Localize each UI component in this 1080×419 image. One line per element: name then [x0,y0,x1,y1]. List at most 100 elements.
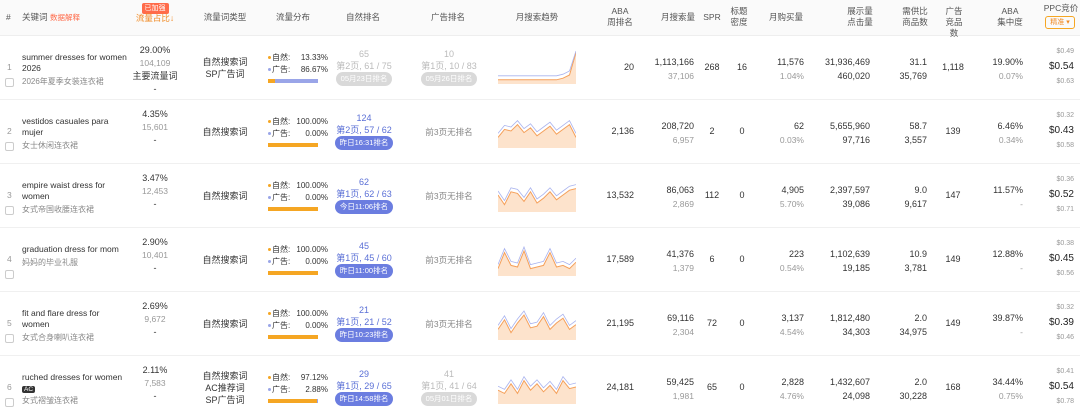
ppc-mode-select[interactable]: 精准 ▾ [1045,16,1075,29]
organic-rank-badge[interactable]: 05月23日排名 [335,72,393,86]
traffic-share-pct: 2.11% [142,365,168,375]
monthly-purchase-cell: 11,576 1.04% [762,55,804,83]
organic-rank-badge[interactable]: 昨日14:58排名 [334,392,394,406]
header-impressions-clicks[interactable]: 展示量 点击量 [840,6,880,28]
product-count: 30,228 [899,391,927,401]
keyword-type-label: 自然搜索词 [202,255,248,265]
organic-rank-cell: 45 第1页, 45 / 60 昨日11:00排名 [330,240,398,278]
clicks: 97,716 [842,135,870,145]
monthly-trend-chart[interactable] [498,370,576,404]
aba-rank: 20 [623,62,634,72]
keyword-type-cell: 自然搜索词 [195,190,255,202]
product-count: 3,557 [904,135,927,145]
monthly-search-sub: 6,957 [672,135,694,145]
header-ad-products[interactable]: 广告 竞品数 [942,6,966,39]
organic-rank-badge[interactable]: 昨日16:31排名 [334,136,394,150]
keyword-english[interactable]: graduation dress for mom [22,244,127,255]
row-checkbox[interactable] [5,270,14,279]
aba-rank: 2,136 [611,126,634,136]
ad-rank-value: 41 [443,369,454,379]
header-monthly-search[interactable]: 月搜索量 [658,12,698,23]
monthly-search-cell: 86,063 2,869 [650,183,694,211]
impressions: 2,397,597 [829,185,870,195]
ad-rank-badge[interactable]: 05月26日排名 [420,72,478,86]
row-checkbox[interactable] [5,334,14,343]
ad-products: 168 [945,382,961,392]
organic-pct: 13.33% [300,53,328,62]
monthly-trend-chart[interactable] [498,242,576,276]
row-index: 1 [7,62,12,72]
traffic-dist-bar [268,335,318,339]
keyword-type-label: SP广告词 [205,395,245,405]
monthly-trend-chart[interactable] [498,306,576,340]
header-monthly-purchase[interactable]: 月购买量 [766,12,806,23]
header-title-density[interactable]: 标题 密度 [728,6,750,28]
row-checkbox[interactable] [5,206,14,215]
traffic-share-cell: 29.00% 104,109 主要流量词 - [130,44,180,96]
keyword-type-label: 自然搜索词 [202,319,248,329]
table-row[interactable]: 2 vestidos casuales para mujer 女士休闲连衣裙 4… [0,100,1080,164]
aba-concentration: 39.87% [992,313,1023,323]
traffic-share-cell: 3.47% 12,453 - [130,172,180,211]
traffic-dist-cell: 自然: 100.00% 广告: 0.00% [268,180,328,211]
keyword-type-cell: 自然搜索词 AC推荐词 SP广告词 [195,370,255,406]
keyword-english[interactable]: fit and flare dress for women [22,308,127,330]
keyword-english[interactable]: ruched dresses for women [22,372,127,383]
ppc-high: $0.46 [1056,334,1074,341]
monthly-search: 208,720 [661,121,694,131]
header-traffic-share[interactable]: 流量占比↓ [133,13,177,24]
ad-rank-none: 前3页无排名 [425,319,473,329]
clicks: 19,185 [842,263,870,273]
table-row[interactable]: 3 empire waist dress for women 女式帝国收腰连衣裙… [0,164,1080,228]
organic-label: 自然: [272,245,291,254]
header-ad-rank: 广告排名 [430,12,465,22]
header-aba-concentration[interactable]: ABA 集中度 [990,6,1030,28]
keyword-english[interactable]: empire waist dress for women [22,180,127,202]
header-spr[interactable]: SPR [701,12,723,23]
organic-rank-badge[interactable]: 昨日10:23排名 [334,328,394,342]
table-row[interactable]: 5 fit and flare dress for women 女式合身喇叭连衣… [0,292,1080,356]
purchase-rate: 4.54% [779,327,804,337]
monthly-trend-chart[interactable] [498,114,576,148]
table-row[interactable]: 4 graduation dress for mom 妈妈的毕业礼服 2.90%… [0,228,1080,292]
row-checkbox[interactable] [5,78,14,87]
organic-rank-badge[interactable]: 今日11:06排名 [334,200,394,214]
traffic-share-count: 10,401 [142,250,168,260]
aba-concentration-sub: - [1020,199,1023,209]
monthly-search-sub: 1,379 [672,263,694,273]
ad-rank-badge[interactable]: 05月01日排名 [420,392,478,406]
keyword-english[interactable]: summer dresses for women 2026 [22,52,127,74]
monthly-search-cell: 41,376 1,379 [650,247,694,275]
organic-pct: 100.00% [296,117,328,126]
ppc-bid: $0.54 [1048,381,1074,392]
traffic-dist-bar [268,271,318,275]
traffic-dist-bar [268,143,318,147]
header-keyword[interactable]: 关键词 [22,12,48,23]
monthly-trend-chart[interactable] [498,178,576,212]
organic-rank-badge[interactable]: 昨日11:00排名 [334,264,394,278]
monthly-search: 1,113,166 [654,57,694,67]
supply-demand: 58.7 [909,121,927,131]
organic-dot-icon [268,56,271,60]
header-supply-demand[interactable]: 需供比 商品数 [895,6,935,28]
monthly-trend-chart[interactable] [498,50,576,84]
row-index: 4 [7,254,12,264]
table-row[interactable]: 1 summer dresses for women 2026 2026年夏季女… [0,36,1080,100]
header-aba-rank[interactable]: ABA 周排名 [605,6,635,28]
row-checkbox[interactable] [5,142,14,151]
monthly-purchase: 3,137 [781,313,804,323]
keyword-chinese: 女式褶皱连衣裙 [22,396,78,405]
aba-rank: 17,589 [606,254,634,264]
traffic-dist-bar-ad [316,399,318,403]
impressions: 31,936,469 [824,57,870,67]
ad-dot-icon [268,68,271,72]
keyword-english[interactable]: vestidos casuales para mujer [22,116,127,138]
data-explain-link[interactable]: 数据解释 [50,12,80,23]
supply-demand: 9.0 [914,185,927,195]
supply-demand: 31.1 [909,57,927,67]
table-row[interactable]: 6 ruched dresses for women AC 女式褶皱连衣裙 2.… [0,356,1080,419]
aba-concentration: 19.90% [992,57,1023,67]
ad-dot-icon [268,324,271,328]
row-checkbox[interactable] [5,398,14,407]
ppc-cell: $0.32 $0.39 $0.46 [1042,300,1074,345]
